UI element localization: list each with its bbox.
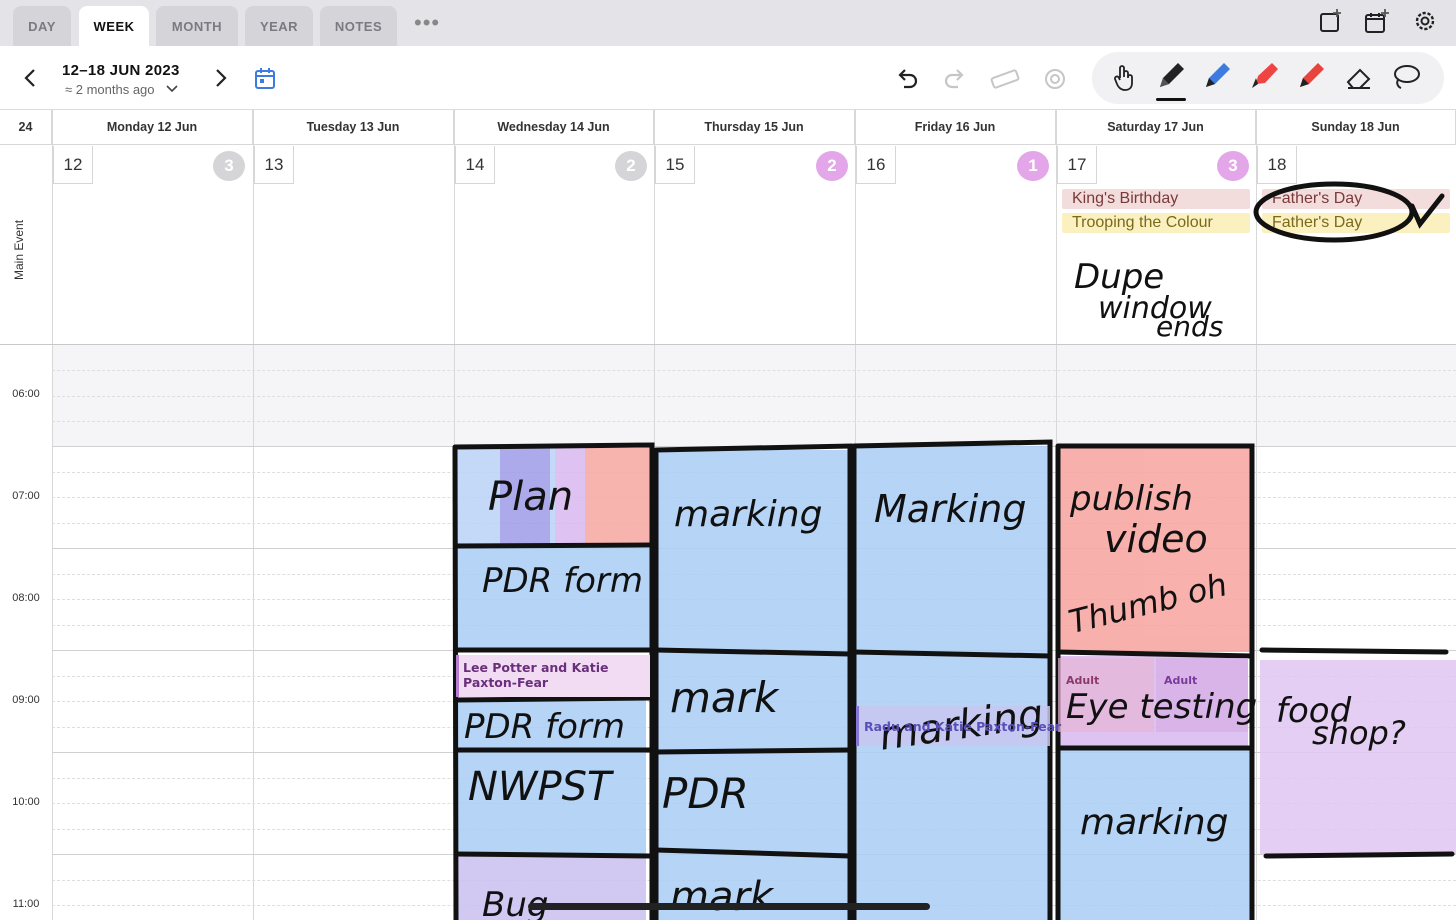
quarter-line (52, 599, 1456, 600)
view-tab-bar: DAY WEEK MONTH YEAR NOTES ••• (0, 0, 1456, 46)
hand-icon[interactable] (1112, 64, 1136, 92)
day-number-thu[interactable]: 15 (655, 146, 695, 184)
day-header-sun[interactable]: Sunday 18 Jun (1256, 110, 1456, 145)
day-number-mon[interactable]: 12 (53, 146, 93, 184)
redo-icon[interactable] (942, 66, 968, 92)
column-divider (1056, 110, 1057, 920)
hour-label: 08:00 (12, 592, 40, 604)
eraser-icon[interactable] (1344, 62, 1374, 92)
pen-blue-icon[interactable] (1200, 60, 1232, 94)
new-note-icon[interactable] (1318, 8, 1344, 34)
allday-event-fathers-day[interactable]: Father's Day (1262, 189, 1450, 209)
column-divider (454, 110, 455, 920)
ruler-icon[interactable] (990, 66, 1020, 92)
event-count-badge-fri: 1 (1017, 151, 1049, 181)
day-number-tue[interactable]: 13 (254, 146, 294, 184)
selected-tool-indicator (1156, 98, 1186, 101)
hour-label: 07:00 (12, 490, 40, 502)
hour-line (52, 752, 1456, 753)
allday-event-trooping-colour[interactable]: Trooping the Colour (1062, 213, 1250, 233)
pen-red-icon[interactable] (1294, 60, 1326, 94)
column-divider (253, 110, 254, 920)
column-divider (52, 110, 53, 920)
day-header-sat[interactable]: Saturday 17 Jun (1056, 110, 1256, 145)
quarter-line (52, 472, 1456, 473)
pen-black-icon[interactable] (1154, 60, 1186, 94)
settings-gear-icon[interactable] (1412, 8, 1438, 34)
previous-week-icon[interactable] (22, 68, 40, 88)
quarter-line (52, 497, 1456, 498)
home-indicator[interactable] (528, 903, 930, 910)
allday-event-fathers-day-2[interactable]: Father's Day (1262, 213, 1450, 233)
next-week-icon[interactable] (212, 68, 230, 88)
toolbar: 12–18 JUN 2023 ≈ 2 months ago (0, 46, 1456, 110)
day-header-tue[interactable]: Tuesday 13 Jun (253, 110, 454, 145)
chevron-down-icon (166, 85, 178, 93)
day-header-thu[interactable]: Thursday 15 Jun (654, 110, 855, 145)
relative-time-label[interactable]: ≈ 2 months ago (65, 82, 178, 97)
column-divider (1256, 110, 1257, 920)
undo-icon[interactable] (894, 66, 920, 92)
date-range-title[interactable]: 12–18 JUN 2023 (62, 62, 180, 79)
tab-month[interactable]: MONTH (156, 6, 238, 46)
hour-label: 10:00 (12, 796, 40, 808)
quarter-line (52, 370, 1456, 371)
quarter-line (52, 523, 1456, 524)
allday-event-kings-birthday[interactable]: King's Birthday (1062, 189, 1250, 209)
new-event-icon[interactable] (1364, 8, 1390, 34)
day-number-sat[interactable]: 17 (1057, 146, 1097, 184)
quarter-line (52, 778, 1456, 779)
hour-label: 09:00 (12, 694, 40, 706)
quarter-line (52, 727, 1456, 728)
quarter-line (52, 676, 1456, 677)
hour-line (52, 854, 1456, 855)
hour-label: 11:00 (12, 898, 40, 910)
pen-tray (1092, 52, 1444, 104)
day-number-wed[interactable]: 14 (455, 146, 495, 184)
tab-year[interactable]: YEAR (245, 6, 313, 46)
hour-line (52, 548, 1456, 549)
hour-line (52, 650, 1456, 651)
quarter-line (52, 803, 1456, 804)
today-calendar-icon[interactable] (254, 66, 276, 90)
column-divider (654, 110, 655, 920)
quarter-line (52, 829, 1456, 830)
week-number: 24 (0, 110, 52, 145)
quarter-line (52, 701, 1456, 702)
hour-label: 06:00 (12, 388, 40, 400)
event-count-badge-thu: 2 (816, 151, 848, 181)
quarter-line (52, 625, 1456, 626)
day-header-wed[interactable]: Wednesday 14 Jun (454, 110, 654, 145)
tab-notes[interactable]: NOTES (320, 6, 397, 46)
column-divider (855, 110, 856, 920)
more-tabs-icon[interactable]: ••• (414, 10, 440, 36)
tab-week[interactable]: WEEK (79, 6, 149, 46)
event-count-badge-wed: 2 (615, 151, 647, 181)
quarter-line (52, 421, 1456, 422)
day-number-fri[interactable]: 16 (856, 146, 896, 184)
quarter-line (52, 396, 1456, 397)
day-header-fri[interactable]: Friday 16 Jun (855, 110, 1056, 145)
day-header-mon[interactable]: Monday 12 Jun (52, 110, 253, 145)
lasso-icon[interactable] (1390, 62, 1422, 92)
day-number-sun[interactable]: 18 (1257, 146, 1297, 184)
quarter-line (52, 880, 1456, 881)
relative-time-text: ≈ 2 months ago (65, 82, 155, 97)
event-count-badge-mon: 3 (213, 151, 245, 181)
highlighter-red-icon[interactable] (1248, 60, 1280, 94)
tab-day[interactable]: DAY (13, 6, 71, 46)
quarter-line (52, 574, 1456, 575)
touch-draw-icon[interactable] (1042, 66, 1068, 92)
allday-divider (0, 344, 1456, 345)
main-event-label: Main Event (12, 219, 26, 280)
hour-line (52, 446, 1456, 447)
week-grid: 24 Monday 12 Jun Tuesday 13 Jun Wednesda… (0, 110, 1456, 920)
event-count-badge-sat: 3 (1217, 151, 1249, 181)
